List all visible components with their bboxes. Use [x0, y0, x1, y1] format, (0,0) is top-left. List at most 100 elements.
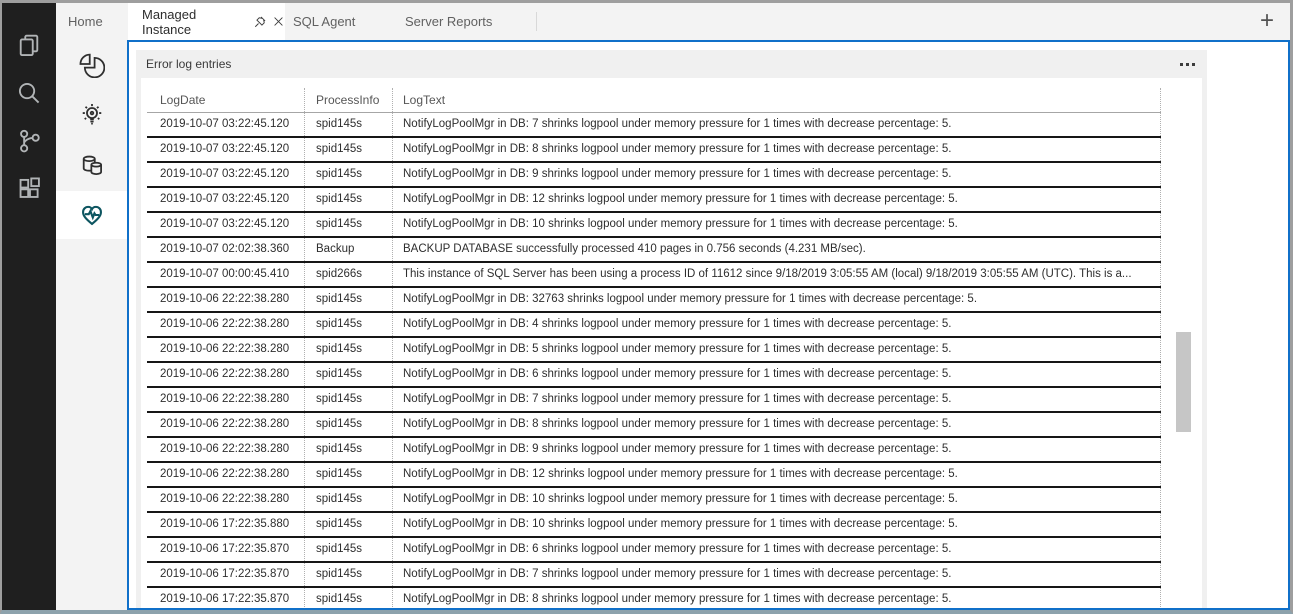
table-row[interactable]: 2019-10-06 22:22:38.280spid145sNotifyLog… [147, 338, 1161, 363]
app-window: Home Managed Instance SQL Agent Server R… [0, 0, 1293, 614]
log-text-cell: NotifyLogPoolMgr in DB: 10 shrinks logpo… [392, 213, 1161, 236]
log-text-cell: NotifyLogPoolMgr in DB: 6 shrinks logpoo… [392, 538, 1161, 561]
process-info-cell: spid145s [304, 563, 392, 586]
table-row[interactable]: 2019-10-06 17:22:35.880spid145sNotifyLog… [147, 513, 1161, 538]
process-info-cell: spid145s [304, 588, 392, 608]
log-date-cell: 2019-10-06 22:22:38.280 [147, 288, 304, 311]
table-row[interactable]: 2019-10-06 22:22:38.280spid145sNotifyLog… [147, 413, 1161, 438]
table-header-row: LogDate ProcessInfo LogText [147, 88, 1161, 113]
log-date-cell: 2019-10-06 22:22:38.280 [147, 363, 304, 386]
table-row[interactable]: 2019-10-06 22:22:38.280spid145sNotifyLog… [147, 388, 1161, 413]
tab-server-reports[interactable]: Server Reports [390, 3, 537, 40]
table-row[interactable]: 2019-10-07 03:22:45.120spid145sNotifyLog… [147, 213, 1161, 238]
column-header-processinfo[interactable]: ProcessInfo [304, 88, 392, 112]
log-table-body: 2019-10-07 03:22:45.120spid145sNotifyLog… [147, 113, 1161, 608]
vertical-scrollbar-thumb[interactable] [1176, 332, 1191, 432]
table-row[interactable]: 2019-10-06 22:22:38.280spid145sNotifyLog… [147, 363, 1161, 388]
process-info-cell: spid145s [304, 313, 392, 336]
sidebar-item-server-health[interactable] [56, 191, 127, 239]
files-icon [16, 32, 42, 58]
search-button[interactable] [2, 69, 56, 117]
process-info-cell: spid145s [304, 438, 392, 461]
log-date-cell: 2019-10-06 22:22:38.280 [147, 313, 304, 336]
extensions-icon [16, 176, 42, 202]
log-text-cell: NotifyLogPoolMgr in DB: 9 shrinks logpoo… [392, 438, 1161, 461]
tab-server-reports-label: Server Reports [405, 14, 492, 29]
sidebar-item-databases[interactable] [56, 141, 127, 189]
log-text-cell: NotifyLogPoolMgr in DB: 10 shrinks logpo… [392, 513, 1161, 536]
log-date-cell: 2019-10-06 22:22:38.280 [147, 438, 304, 461]
log-text-cell: NotifyLogPoolMgr in DB: 5 shrinks logpoo… [392, 338, 1161, 361]
new-tab-button[interactable]: + [1253, 8, 1281, 36]
heart-pulse-icon [79, 202, 105, 228]
source-control-icon [16, 128, 42, 154]
explorer-button[interactable] [2, 21, 56, 69]
table-row[interactable]: 2019-10-07 03:22:45.120spid145sNotifyLog… [147, 113, 1161, 138]
log-date-cell: 2019-10-07 03:22:45.120 [147, 188, 304, 211]
log-text-cell: NotifyLogPoolMgr in DB: 7 shrinks logpoo… [392, 113, 1161, 136]
activity-bar [2, 3, 56, 610]
log-date-cell: 2019-10-07 03:22:45.120 [147, 213, 304, 236]
log-text-cell: NotifyLogPoolMgr in DB: 7 shrinks logpoo… [392, 563, 1161, 586]
process-info-cell: spid145s [304, 388, 392, 411]
log-date-cell: 2019-10-07 03:22:45.120 [147, 113, 304, 136]
process-info-cell: spid145s [304, 213, 392, 236]
table-row[interactable]: 2019-10-06 22:22:38.280spid145sNotifyLog… [147, 288, 1161, 313]
log-text-cell: NotifyLogPoolMgr in DB: 7 shrinks logpoo… [392, 388, 1161, 411]
log-date-cell: 2019-10-07 02:02:38.360 [147, 238, 304, 261]
log-text-cell: NotifyLogPoolMgr in DB: 8 shrinks logpoo… [392, 138, 1161, 161]
table-row[interactable]: 2019-10-07 03:22:45.120spid145sNotifyLog… [147, 188, 1161, 213]
table-row[interactable]: 2019-10-06 22:22:38.280spid145sNotifyLog… [147, 488, 1161, 513]
widget-header: Error log entries [136, 50, 1207, 78]
log-date-cell: 2019-10-06 22:22:38.280 [147, 338, 304, 361]
sidebar-item-dashboard[interactable] [56, 41, 127, 89]
log-text-cell: NotifyLogPoolMgr in DB: 8 shrinks logpoo… [392, 413, 1161, 436]
pin-icon[interactable] [253, 15, 267, 29]
process-info-cell: spid145s [304, 113, 392, 136]
tab-home-label: Home [68, 14, 103, 29]
tab-managed-instance[interactable]: Managed Instance [128, 3, 285, 40]
process-info-cell: spid266s [304, 263, 392, 286]
log-table: LogDate ProcessInfo LogText 2019-10-07 0… [147, 88, 1161, 608]
log-text-cell: NotifyLogPoolMgr in DB: 4 shrinks logpoo… [392, 313, 1161, 336]
sidebar-item-insights[interactable] [56, 91, 127, 139]
table-row[interactable]: 2019-10-07 02:02:38.360BackupBACKUP DATA… [147, 238, 1161, 263]
log-text-cell: NotifyLogPoolMgr in DB: 32763 shrinks lo… [392, 288, 1161, 311]
process-info-cell: spid145s [304, 338, 392, 361]
close-icon[interactable] [272, 15, 285, 28]
process-info-cell: spid145s [304, 188, 392, 211]
table-row[interactable]: 2019-10-06 17:22:35.870spid145sNotifyLog… [147, 588, 1161, 608]
table-row[interactable]: 2019-10-07 03:22:45.120spid145sNotifyLog… [147, 163, 1161, 188]
process-info-cell: spid145s [304, 138, 392, 161]
table-row[interactable]: 2019-10-06 17:22:35.870spid145sNotifyLog… [147, 563, 1161, 588]
ellipsis-icon[interactable] [1180, 59, 1195, 70]
table-row[interactable]: 2019-10-06 22:22:38.280spid145sNotifyLog… [147, 313, 1161, 338]
column-header-logdate[interactable]: LogDate [147, 88, 304, 112]
process-info-cell: spid145s [304, 488, 392, 511]
tab-sql-agent-label: SQL Agent [293, 14, 355, 29]
tab-sql-agent[interactable]: SQL Agent [285, 3, 390, 40]
log-date-cell: 2019-10-06 17:22:35.870 [147, 538, 304, 561]
table-row[interactable]: 2019-10-07 00:00:45.410spid266sThis inst… [147, 263, 1161, 288]
table-row[interactable]: 2019-10-06 17:22:35.870spid145sNotifyLog… [147, 538, 1161, 563]
process-info-cell: spid145s [304, 513, 392, 536]
log-text-cell: NotifyLogPoolMgr in DB: 12 shrinks logpo… [392, 463, 1161, 486]
databases-icon [79, 152, 105, 178]
process-info-cell: spid145s [304, 288, 392, 311]
column-header-logtext[interactable]: LogText [392, 88, 1161, 112]
widget-title: Error log entries [146, 57, 231, 71]
table-row[interactable]: 2019-10-06 22:22:38.280spid145sNotifyLog… [147, 438, 1161, 463]
source-control-button[interactable] [2, 117, 56, 165]
log-text-cell: BACKUP DATABASE successfully processed 4… [392, 238, 1161, 261]
log-date-cell: 2019-10-07 03:22:45.120 [147, 163, 304, 186]
process-info-cell: spid145s [304, 413, 392, 436]
tab-home[interactable]: Home [56, 3, 128, 40]
log-date-cell: 2019-10-06 22:22:38.280 [147, 388, 304, 411]
widget-body: LogDate ProcessInfo LogText 2019-10-07 0… [141, 78, 1202, 608]
extensions-button[interactable] [2, 165, 56, 213]
log-date-cell: 2019-10-07 00:00:45.410 [147, 263, 304, 286]
log-text-cell: NotifyLogPoolMgr in DB: 6 shrinks logpoo… [392, 363, 1161, 386]
table-row[interactable]: 2019-10-07 03:22:45.120spid145sNotifyLog… [147, 138, 1161, 163]
log-text-cell: This instance of SQL Server has been usi… [392, 263, 1161, 286]
table-row[interactable]: 2019-10-06 22:22:38.280spid145sNotifyLog… [147, 463, 1161, 488]
